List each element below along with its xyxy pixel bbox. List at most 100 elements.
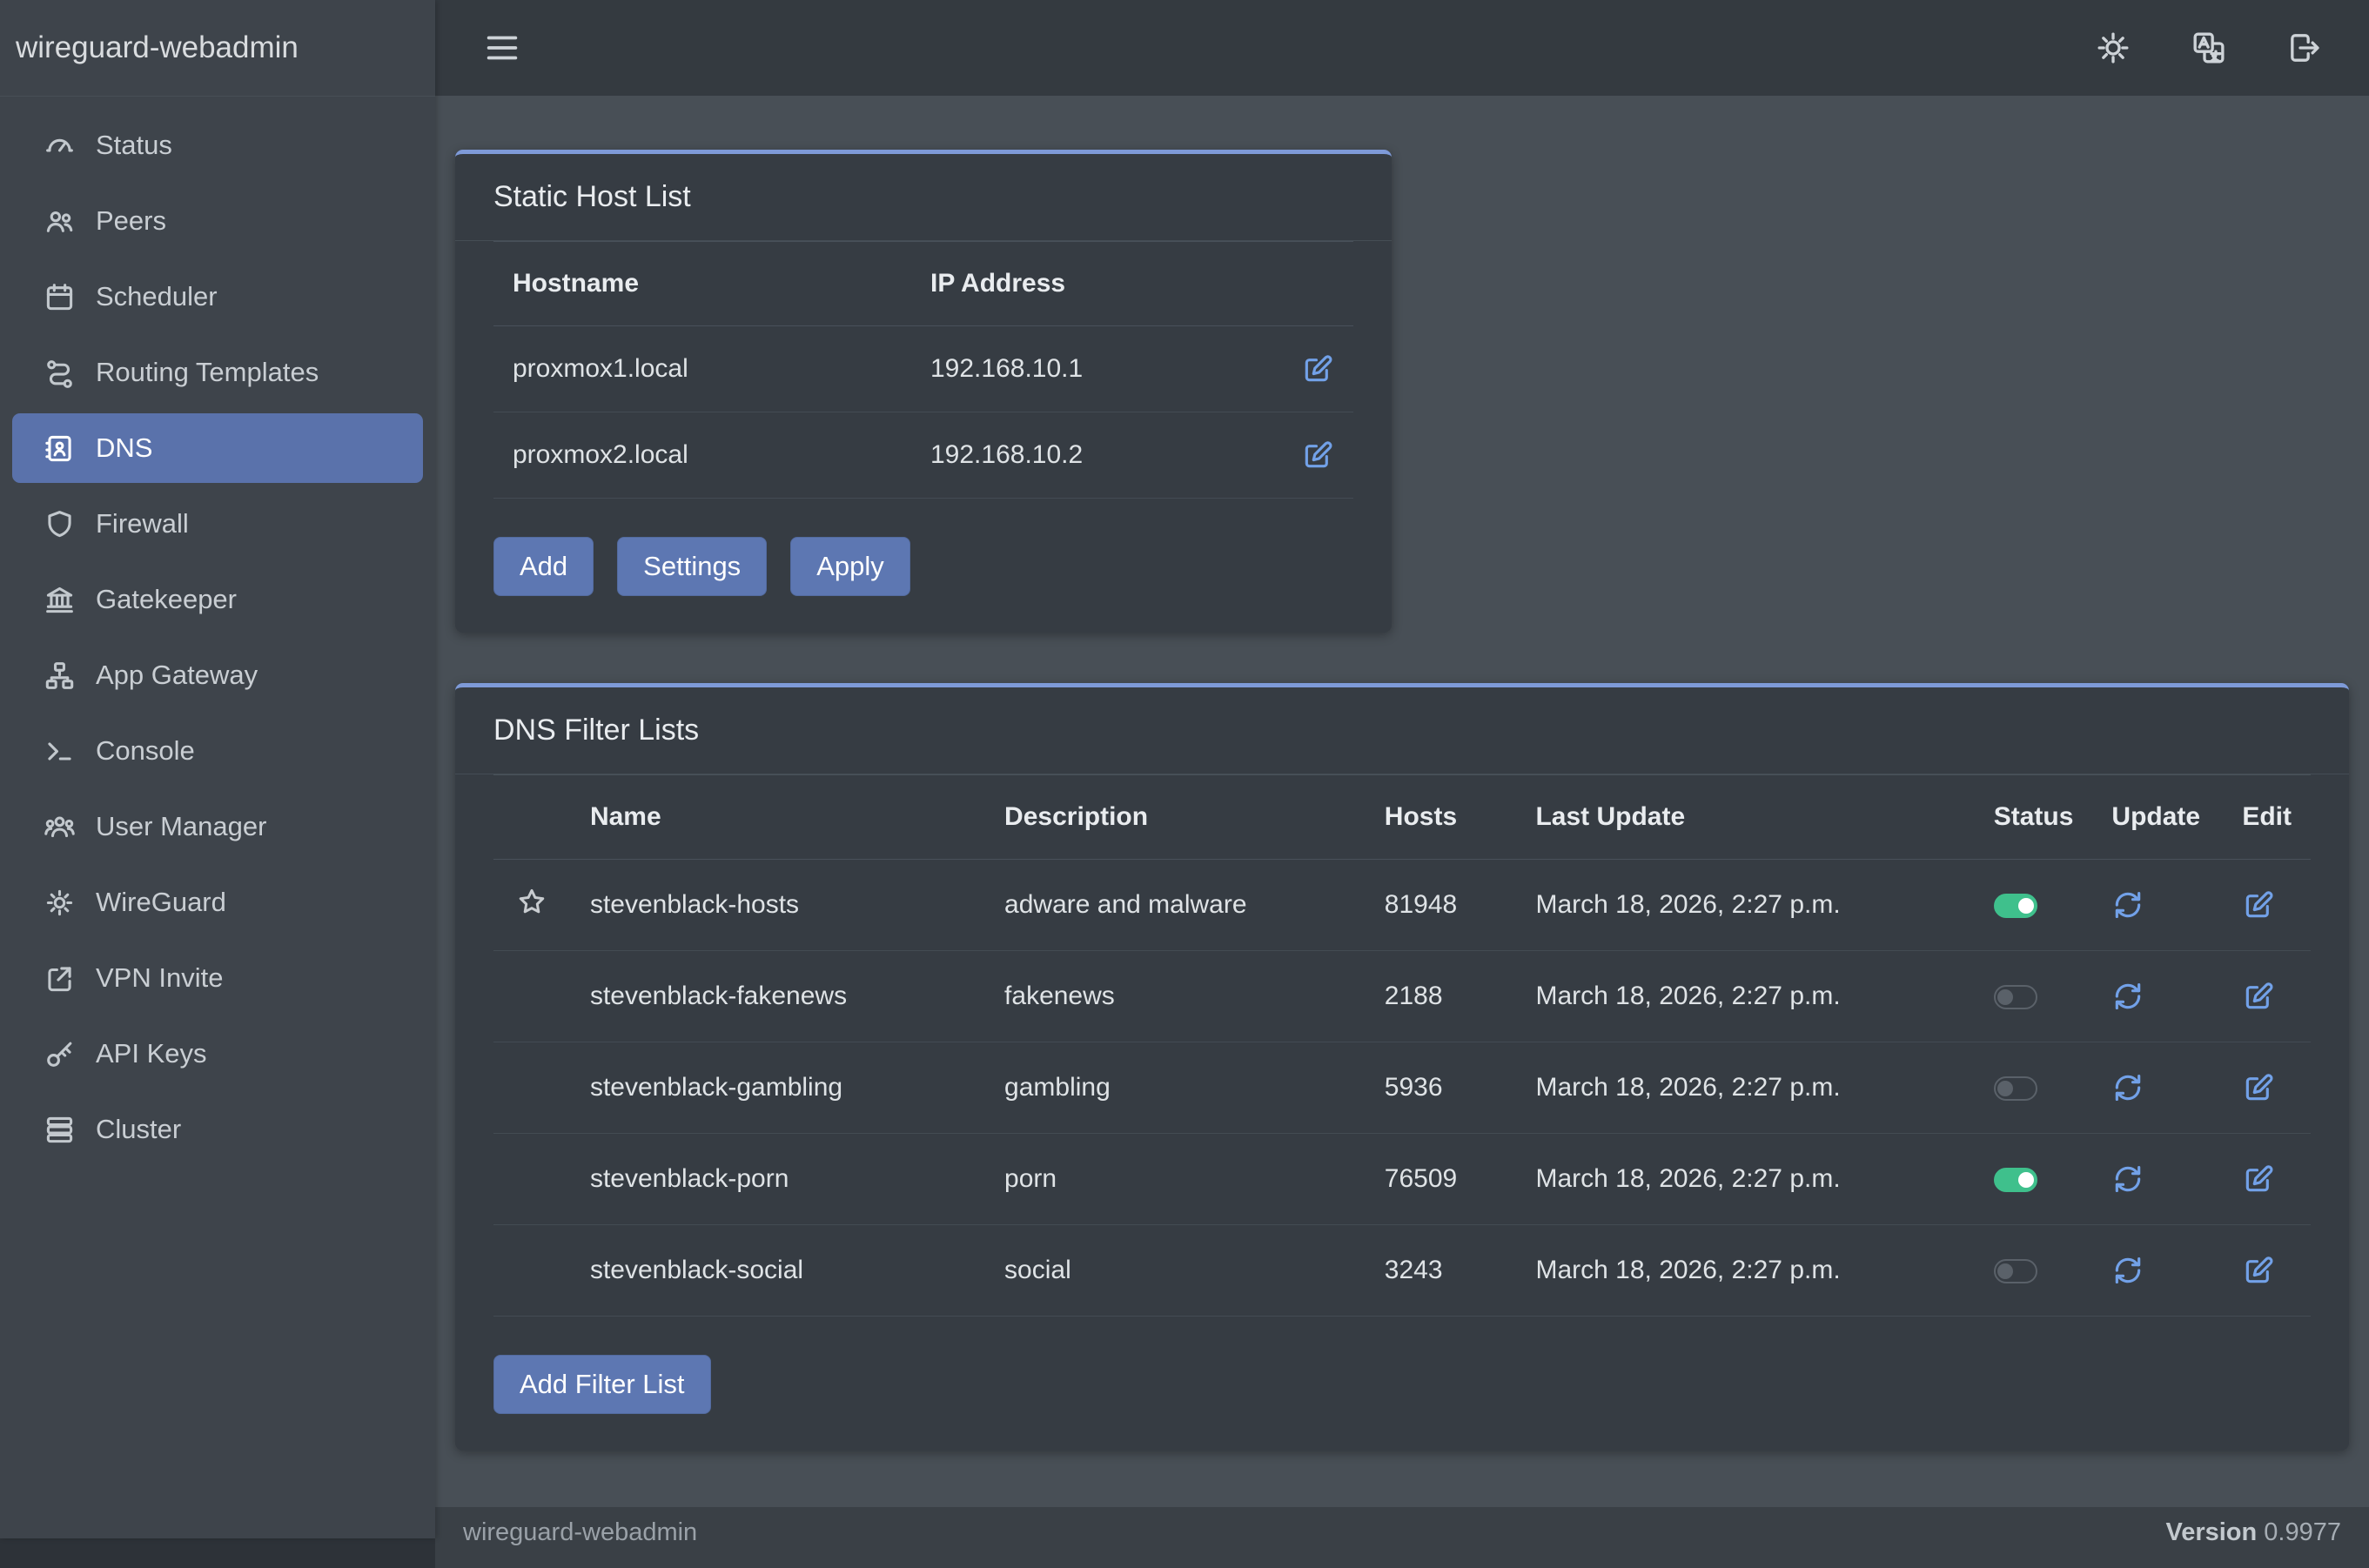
sidebar-item-vpn-invite[interactable]: VPN Invite (12, 943, 423, 1013)
logout-icon[interactable] (2287, 30, 2322, 65)
sidebar-item-app-gateway[interactable]: App Gateway (12, 640, 423, 710)
filter-edit-cell (2223, 951, 2311, 1042)
status-toggle[interactable] (1994, 985, 2037, 1009)
static-host-list-card: Static Host List Hostname IP Address pro… (455, 150, 1392, 633)
filter-name-cell: stevenblack-porn (571, 1134, 985, 1225)
app-brand[interactable]: wireguard-webadmin (0, 0, 435, 97)
footer: wireguard-webadmin Version 0.9977 (435, 1507, 2369, 1568)
edit-icon[interactable] (2242, 888, 2275, 921)
topbar-actions (2096, 30, 2322, 65)
dns-filter-table: Name Description Hosts Last Update Statu… (493, 774, 2311, 1317)
toggle-knob (1997, 1263, 2013, 1279)
edit-icon[interactable] (1301, 439, 1334, 472)
sidebar-item-status[interactable]: Status (12, 111, 423, 180)
sidebar-item-label: Scheduler (96, 281, 218, 312)
filter-status-cell (1975, 1225, 2093, 1317)
apply-button[interactable]: Apply (790, 537, 910, 596)
column-header-actions (1275, 242, 1353, 326)
peers-icon (35, 205, 84, 238)
column-header-status: Status (1975, 775, 2093, 860)
column-header-hostname: Hostname (493, 242, 911, 326)
ip-cell: 192.168.10.2 (911, 412, 1275, 499)
add-filter-list-button[interactable]: Add Filter List (493, 1355, 711, 1414)
sidebar-item-firewall[interactable]: Firewall (12, 489, 423, 559)
filter-edit-cell (2223, 1225, 2311, 1317)
settings-button[interactable]: Settings (617, 537, 767, 596)
sidebar-item-wireguard[interactable]: WireGuard (12, 868, 423, 937)
edit-icon[interactable] (2242, 980, 2275, 1013)
filter-name-cell: stevenblack-gambling (571, 1042, 985, 1134)
refresh-icon[interactable] (2111, 888, 2144, 921)
filter-edit-cell (2223, 1042, 2311, 1134)
status-toggle[interactable] (1994, 894, 2037, 918)
status-toggle[interactable] (1994, 1076, 2037, 1101)
sidebar-item-routing-templates[interactable]: Routing Templates (12, 338, 423, 407)
card-header: Static Host List (455, 154, 1392, 241)
add-host-button[interactable]: Add (493, 537, 594, 596)
sidebar-item-gatekeeper[interactable]: Gatekeeper (12, 565, 423, 634)
favorite-star-icon[interactable] (516, 886, 547, 917)
filter-description-cell: gambling (985, 1042, 1366, 1134)
filter-name-cell: stevenblack-social (571, 1225, 985, 1317)
column-header-edit: Edit (2223, 775, 2311, 860)
column-header-name: Name (571, 775, 985, 860)
sidebar-item-scheduler[interactable]: Scheduler (12, 262, 423, 332)
theme-sun-icon[interactable] (2096, 30, 2131, 65)
sidebar-item-label: WireGuard (96, 887, 226, 918)
gauge-icon (35, 130, 84, 162)
sidebar-item-user-manager[interactable]: User Manager (12, 792, 423, 861)
refresh-icon[interactable] (2111, 1071, 2144, 1104)
toggle-knob (2018, 1172, 2034, 1188)
sidebar-item-label: Firewall (96, 508, 189, 539)
sitemap-icon (35, 660, 84, 692)
filter-update-cell (2092, 951, 2223, 1042)
host-list-buttons: Add Settings Apply (493, 537, 1353, 596)
sidebar-item-console[interactable]: Console (12, 716, 423, 786)
filter-hosts-cell: 81948 (1366, 860, 1517, 951)
column-header-ip: IP Address (911, 242, 1275, 326)
edit-icon[interactable] (2242, 1163, 2275, 1196)
filter-edit-cell (2223, 860, 2311, 951)
sidebar-item-api-keys[interactable]: API Keys (12, 1019, 423, 1089)
edit-icon[interactable] (2242, 1071, 2275, 1104)
filter-description-cell: social (985, 1225, 1366, 1317)
sidebar-item-peers[interactable]: Peers (12, 186, 423, 256)
filter-status-cell (1975, 860, 2093, 951)
language-icon[interactable] (2191, 30, 2226, 65)
status-toggle[interactable] (1994, 1168, 2037, 1192)
refresh-icon[interactable] (2111, 1163, 2144, 1196)
filter-hosts-cell: 3243 (1366, 1225, 1517, 1317)
filter-hosts-cell: 2188 (1366, 951, 1517, 1042)
hostname-cell: proxmox2.local (493, 412, 911, 499)
refresh-icon[interactable] (2111, 1254, 2144, 1287)
table-row: proxmox2.local 192.168.10.2 (493, 412, 1353, 499)
filter-status-cell (1975, 951, 2093, 1042)
filter-status-cell (1975, 1042, 2093, 1134)
column-header-update: Update (2092, 775, 2223, 860)
edit-icon[interactable] (1301, 352, 1334, 385)
route-icon (35, 357, 84, 389)
sidebar-item-label: DNS (96, 432, 152, 464)
topbar (435, 0, 2369, 96)
filter-update-cell (2092, 1134, 2223, 1225)
menu-toggle-icon[interactable] (482, 28, 522, 68)
sidebar-item-dns[interactable]: DNS (12, 413, 423, 483)
card-body: Name Description Hosts Last Update Statu… (455, 774, 2349, 1451)
filter-row: stevenblack-hosts adware and malware 819… (493, 860, 2311, 951)
sidebar-item-label: VPN Invite (96, 962, 223, 994)
filter-name-cell: stevenblack-fakenews (571, 951, 985, 1042)
filter-last-update-cell: March 18, 2026, 2:27 p.m. (1516, 1134, 1974, 1225)
sidebar-item-label: Routing Templates (96, 357, 319, 388)
address-book-icon (35, 432, 84, 465)
filter-update-cell (2092, 1042, 2223, 1134)
edit-icon[interactable] (2242, 1254, 2275, 1287)
key-icon (35, 1038, 84, 1070)
filter-hosts-cell: 5936 (1366, 1042, 1517, 1134)
filter-row: stevenblack-social social 3243 March 18,… (493, 1225, 2311, 1317)
filter-status-cell (1975, 1134, 2093, 1225)
sidebar-item-cluster[interactable]: Cluster (12, 1095, 423, 1164)
status-toggle[interactable] (1994, 1259, 2037, 1283)
favorite-cell (493, 1134, 571, 1225)
refresh-icon[interactable] (2111, 980, 2144, 1013)
column-header-description: Description (985, 775, 1366, 860)
